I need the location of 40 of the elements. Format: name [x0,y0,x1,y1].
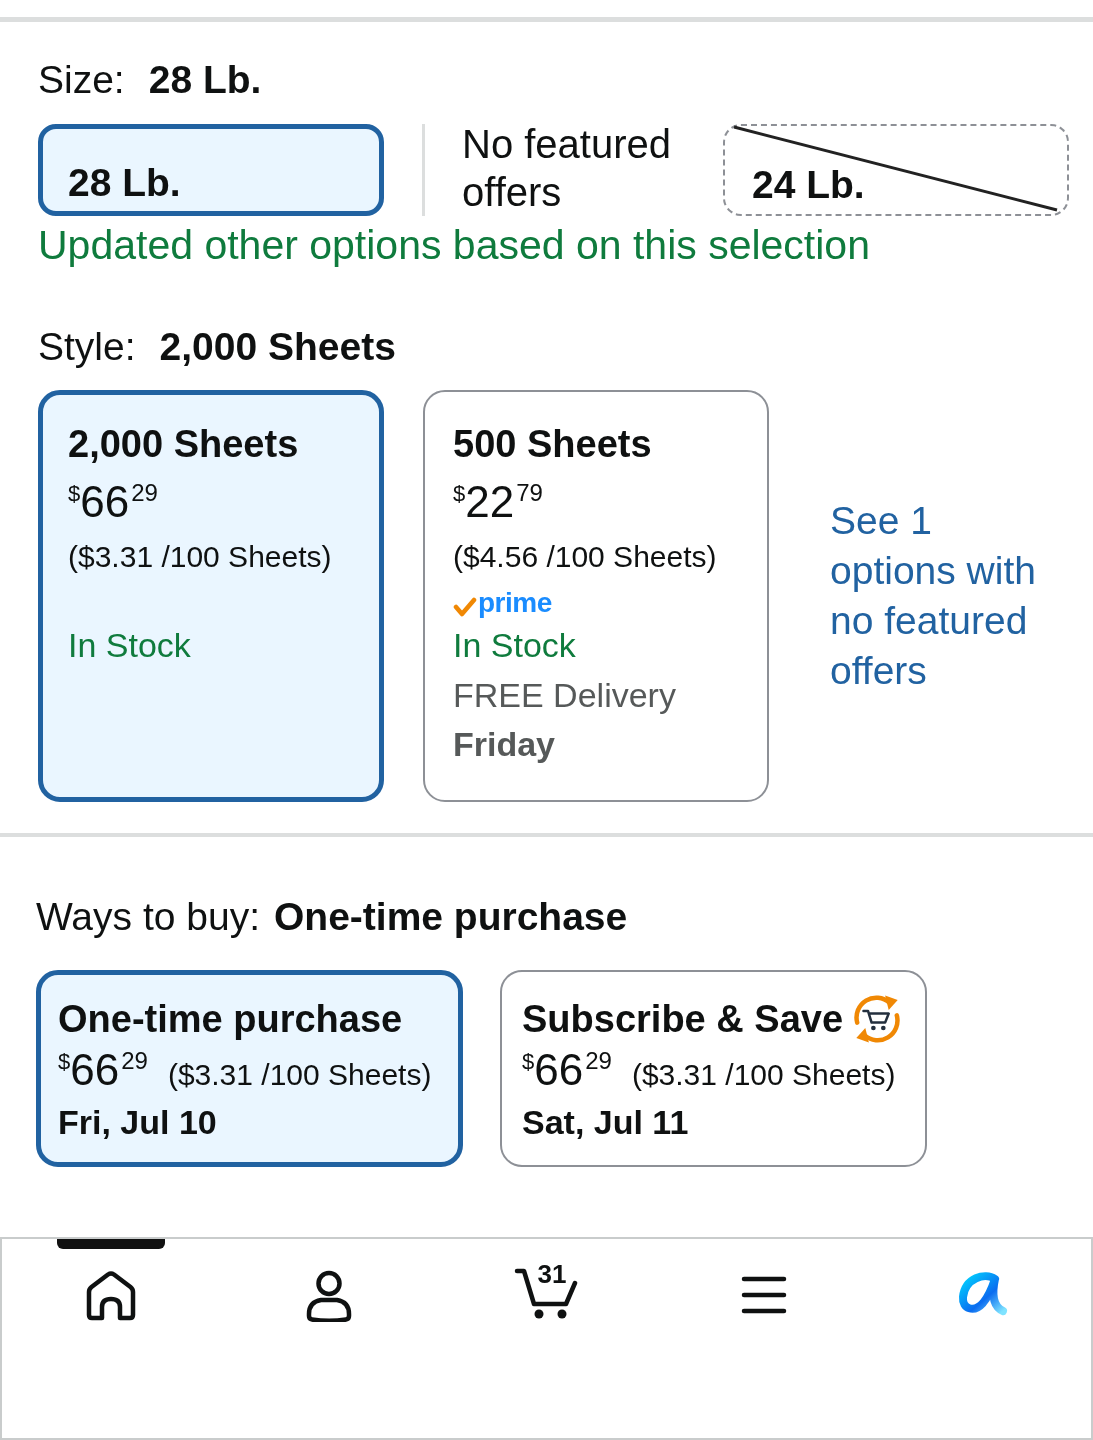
option-title: 2,000 Sheets [68,422,300,467]
price: $^{$}$66$^{29}$ [58,1045,148,1095]
more-options-link[interactable]: See 1 options with no featured offers [830,496,1058,696]
delivery-date: Sat, Jul 11 [522,1102,690,1143]
selected-size-value: 28 Lb. [148,57,262,103]
unit-price: ($3.31 /100 Sheets) [167,1058,432,1092]
size-label: Size: [38,57,125,103]
selected-purchase-value: One-time purchase [273,894,628,940]
price: $^{$}$66$^{29}$ [522,1045,612,1095]
stock-status: In Stock [68,625,192,666]
purchase-option-card[interactable]: Subscribe & Save $^{$}$66$^{29}$ ($3.31 /100 Sheets) Sat, Jul 11 [500,970,927,1167]
unit-price: ($3.31 /100 Sheets) [631,1058,896,1092]
menu-icon [741,1275,788,1315]
selection-update-notice: Updated other options based on this selection [38,222,871,269]
home-icon [84,1270,137,1322]
price: $^{$}$66$^{29}$ [68,477,158,527]
unavailable-size-option[interactable]: 24 Lb. [723,124,1069,216]
delivery-date: Fri, Jul 10 [58,1102,218,1143]
option-title: Subscribe & Save [522,997,844,1042]
delivery-day: Friday [453,720,767,768]
unit-price: ($3.31 /100 Sheets) [68,539,333,575]
style-option-card[interactable]: 2,000 Sheets $^{$}$66$^{29}$ ($3.31 /100 Sheets) In Stock [38,390,384,802]
style-label: Style: [38,324,136,370]
stock-status: In Stock [453,625,577,666]
no-featured-offers-label: No featured offers [462,121,673,216]
size-option[interactable]: 28 Lb. [38,124,384,216]
option-title: 500 Sheets [453,422,653,467]
unit-price: ($4.56 /100 Sheets) [453,539,718,575]
style-option-card[interactable]: 500 Sheets $^{$}$22$^{79}$ ($4.56 /100 Sheets) prime In Stock FREE Delivery Friday [423,390,769,802]
cart-tab[interactable]: 31 [484,1239,609,1320]
delivery-label: FREE Delivery [453,675,677,716]
option-title: One-time purchase [58,997,403,1042]
price: $^{$}$22$^{79}$ [453,477,543,527]
purchase-option-card[interactable]: One-time purchase $^{$}$66$^{29}$ ($3.31 /100 Sheets) Fri, Jul 10 [36,970,463,1167]
person-icon [305,1270,352,1322]
selected-style-value: 2,000 Sheets [159,324,396,370]
cart-item-count: 31 [537,1261,567,1287]
ways-to-buy-label: Ways to buy: [36,894,260,940]
check-icon [453,596,477,617]
prime-badge-label: prime [478,588,552,618]
